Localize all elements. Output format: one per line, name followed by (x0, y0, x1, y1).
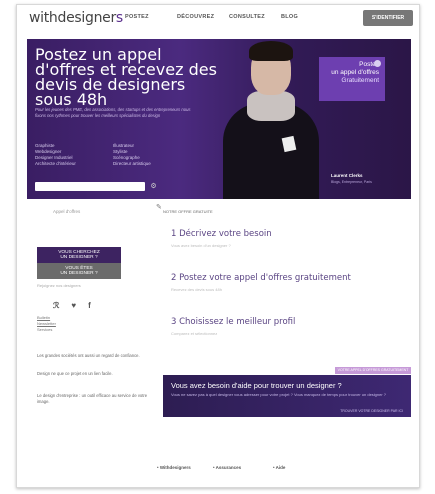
hero-banner: Postez un appel d'offres et recevez des … (27, 39, 411, 199)
cta-line-2: un appel d'offres (331, 69, 379, 76)
site-logo[interactable]: withdesigners (29, 10, 123, 26)
banner-subtitle: Vous ne savez pas à quel designer vous a… (171, 392, 387, 397)
cta-line-3: Gratuitement (341, 77, 379, 84)
footer-link-label: Aide (275, 465, 286, 470)
login-button[interactable]: S'IDENTIFIER (363, 10, 413, 26)
hero-title: Postez un appel d'offres et recevez des … (35, 45, 217, 109)
footer-link-label: Withdesigners (159, 465, 191, 470)
step-3-sub: Comparez et sélectionnez (171, 331, 218, 336)
social-links: ℛ ♥ f (53, 295, 103, 313)
rss-icon[interactable]: ℛ (53, 301, 59, 310)
person-paper (281, 135, 297, 153)
step-1: 1 Décrivez votre besoin (171, 229, 272, 239)
twitter-icon[interactable]: ♥ (71, 301, 76, 310)
nav-blog[interactable]: BLOG (281, 14, 298, 20)
hero-description: Pour les jeunes des PME, des association… (35, 107, 191, 118)
free-offer-tag[interactable]: VOTRE APPEL D'OFFRES GRATUITEMENT (335, 367, 411, 374)
hero-search-input[interactable] (35, 182, 145, 191)
testimonial-role: Blogs, Entrepreneur, Paris (331, 180, 372, 184)
step-3: 3 Choisissez le meilleur profil (171, 317, 296, 327)
link-item[interactable]: Services (37, 327, 137, 333)
facebook-icon[interactable]: f (88, 301, 91, 310)
box-line-2: UN DESIGNER ? (60, 255, 98, 260)
info-text: Design ne que ce projet en un lien facil… (37, 371, 113, 376)
hero-photo (213, 39, 323, 199)
footer: • Withdesigners • Assurances • Aide (17, 461, 419, 475)
cta-line-1: Postez (359, 61, 379, 68)
info-text: Le design d'entreprise : un outil effica… (37, 393, 148, 404)
join-caption: Rejoignez nos designers (37, 283, 81, 288)
header: withdesigners POSTEZ DÉCOUVREZ CONSULTEZ… (17, 5, 419, 33)
post-offer-cta[interactable]: Postez un appel d'offres Gratuitement (319, 57, 385, 101)
person-scarf (247, 91, 295, 121)
help-banner[interactable]: Vous avez besoin d'aide pour trouver un … (163, 375, 411, 417)
steps-header: NOTRE OFFRE GRATUITE (163, 209, 213, 214)
testimonial-name: Laurent Clerks (331, 173, 363, 178)
banner-title: Vous avez besoin d'aide pour trouver un … (171, 381, 342, 390)
left-links: Bulletin Newsletter Services (37, 315, 137, 333)
search-label: Appel d'offres (53, 209, 81, 214)
pencil-icon: ✎ (156, 204, 162, 211)
nav-decouvrez[interactable]: DÉCOUVREZ (177, 14, 214, 20)
close-icon[interactable] (374, 60, 381, 67)
footer-link-label: Assurances (215, 465, 242, 470)
page: withdesigners POSTEZ DÉCOUVREZ CONSULTEZ… (16, 4, 420, 488)
footer-link[interactable]: • Aide (273, 465, 285, 470)
step-1-sub: Vous avez besoin d'un designer ? (171, 243, 231, 248)
banner-link[interactable]: TROUVER VOTRE DESIGNER PAR ICI (340, 409, 403, 413)
category-column-right: Illustrateur Styliste Scénographe Direct… (113, 143, 191, 167)
search-icon[interactable]: ⚙ (149, 182, 158, 191)
person-hair (249, 41, 293, 61)
category-column-left: Graphiste Webdesigner Designer Industrie… (35, 143, 113, 167)
nav-consultez[interactable]: CONSULTEZ (229, 14, 265, 20)
looking-for-designer-button[interactable]: VOUS CHERCHEZ UN DESIGNER ? (37, 247, 121, 263)
category-list: Graphiste Webdesigner Designer Industrie… (35, 143, 195, 167)
nav-postez[interactable]: POSTEZ (125, 14, 149, 20)
box-line-2: UN DESIGNER ? (60, 271, 98, 276)
category-link[interactable]: Directeur artistique (113, 161, 191, 167)
footer-link[interactable]: • Assurances (213, 465, 241, 470)
are-you-designer-button[interactable]: VOUS ÊTES UN DESIGNER ? (37, 263, 121, 279)
logo-mark: s (115, 10, 123, 26)
logo-text: withdesigner (29, 10, 116, 26)
step-2: 2 Postez votre appel d'offres gratuiteme… (171, 273, 351, 283)
footer-link[interactable]: • Withdesigners (157, 465, 191, 470)
info-text: Les grandes sociétés ont aussi un regard… (37, 353, 140, 358)
step-2-sub: Recevez des devis sous 48h (171, 287, 222, 292)
category-link[interactable]: Architecte d'intérieur (35, 161, 113, 167)
